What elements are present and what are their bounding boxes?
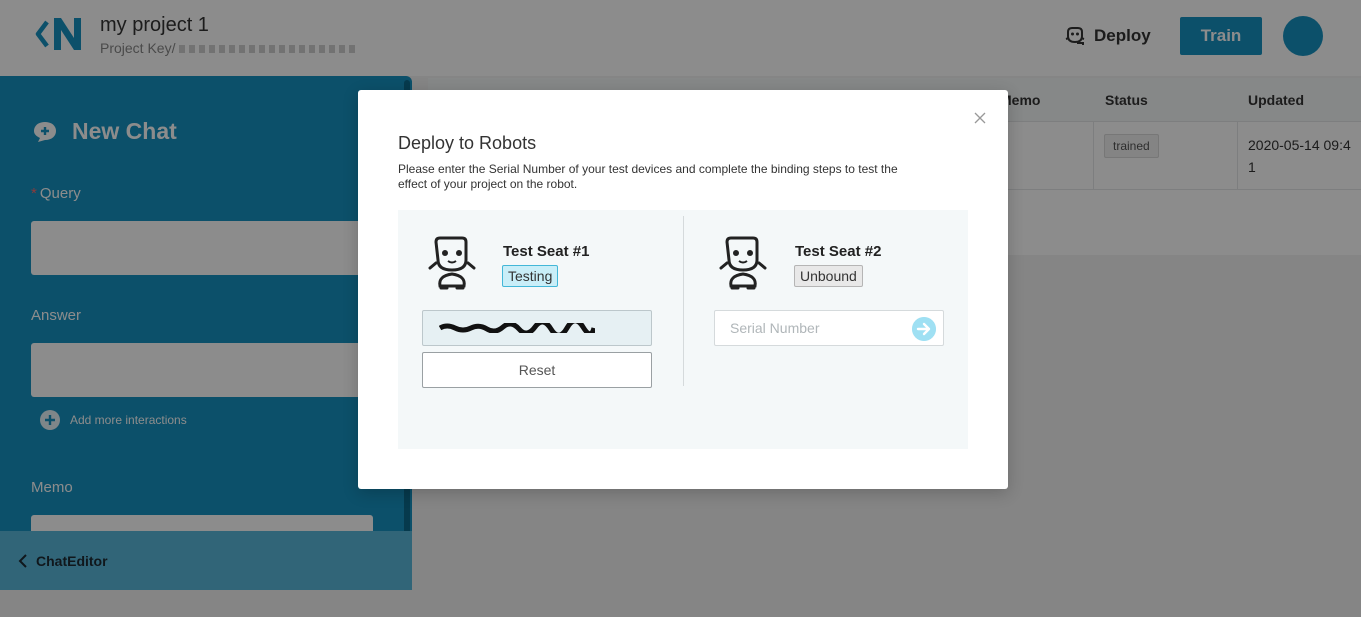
seat-2-name: Test Seat #2: [795, 243, 882, 260]
robot-icon: [719, 236, 767, 290]
seat-2-serial-field: [714, 310, 944, 346]
test-seats-panel: Test Seat #1 Testing Reset Test Seat #2 …: [398, 210, 968, 449]
arrow-right-circle-icon[interactable]: [912, 317, 936, 341]
seat-1-serial-field: [422, 310, 652, 346]
deploy-to-robots-dialog: Deploy to Robots Please enter the Serial…: [358, 90, 1008, 489]
seat-1-status-badge: Testing: [502, 265, 559, 287]
dialog-title: Deploy to Robots: [398, 133, 537, 153]
seat-divider: [683, 216, 684, 386]
robot-icon: [428, 236, 476, 290]
reset-button[interactable]: Reset: [422, 352, 652, 388]
dialog-description: Please enter the Serial Number of your t…: [398, 162, 898, 191]
close-icon[interactable]: [972, 110, 988, 126]
seat-1-name: Test Seat #1: [503, 243, 590, 260]
serial-number-redacted: [439, 323, 595, 333]
seat-2-status-badge: Unbound: [794, 265, 863, 287]
serial-number-input[interactable]: [715, 311, 905, 345]
